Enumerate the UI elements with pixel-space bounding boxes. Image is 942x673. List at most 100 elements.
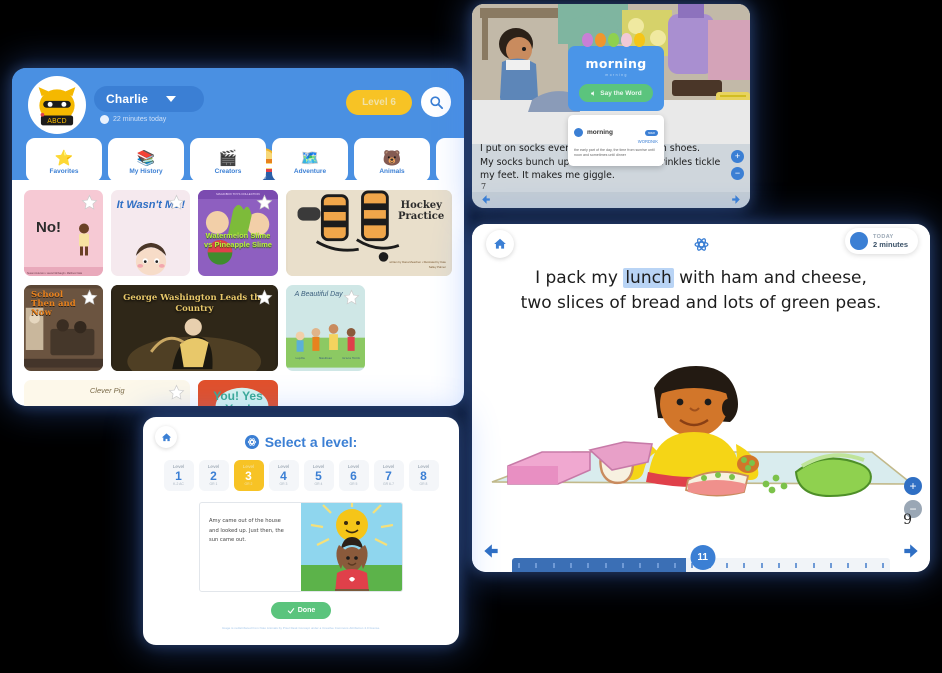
category-tab-my-history[interactable]: 📚 My History: [108, 138, 184, 182]
level-button-row: Level 1 K-2 AC Level 2 GR 1 Level 3 GR 2…: [143, 460, 459, 491]
level-button-3[interactable]: Level 3 GR 2: [233, 460, 264, 491]
small-reader-page-number: 7: [481, 182, 487, 191]
zoom-out-icon[interactable]: −: [731, 167, 744, 180]
profile-selector[interactable]: Charlie: [94, 86, 204, 112]
book-title: Hockey Practice: [397, 200, 445, 222]
map-icon: 🗺️: [300, 149, 320, 167]
favorite-star-icon[interactable]: [343, 289, 360, 306]
sentence-after: with ham and cheese,: [673, 268, 867, 288]
level-button-8[interactable]: Level 8 GR 8: [408, 460, 439, 491]
chevron-down-icon: [166, 96, 177, 102]
page-slider-thumb[interactable]: 11: [690, 545, 716, 570]
level-number: 1: [175, 468, 182, 483]
book-card[interactable]: MAGICBOX TOYS COLLECTION Watermelon Slim…: [198, 190, 278, 276]
favorite-star-icon[interactable]: [81, 289, 98, 306]
definition-word: morning: [587, 129, 613, 136]
level-number: 8: [420, 468, 427, 483]
book-title: You! Yes You!: [213, 389, 263, 406]
category-label: Creators: [214, 167, 242, 175]
zoom-in-icon[interactable]: +: [731, 150, 744, 163]
balloon-icon: [621, 33, 632, 47]
level-grade: K-2 AC: [173, 482, 184, 487]
level-number: 4: [280, 468, 287, 483]
today-reading-chip[interactable]: TODAY 2 minutes: [844, 228, 918, 254]
book-card[interactable]: No! Susan Anderson • Laura Fishbaugh • M…: [24, 190, 104, 276]
book-title: Clever Pig: [89, 386, 125, 395]
sentence-before: I pack my: [535, 268, 624, 288]
level-button-2[interactable]: Level 2 GR 1: [198, 460, 229, 491]
favorite-star-icon[interactable]: [168, 194, 185, 211]
small-reader-next-button[interactable]: [729, 192, 744, 207]
category-tab-favorites[interactable]: ⭐ Favorites: [26, 138, 102, 182]
category-label: Animals: [379, 167, 405, 175]
book-title: No!: [36, 219, 61, 236]
book-card[interactable]: George Washington Leads the Country: [111, 285, 278, 371]
avatar[interactable]: ABCD: [28, 76, 86, 134]
definition-header: morning noun WORDNIK: [574, 121, 658, 144]
favorite-star-icon[interactable]: [256, 194, 273, 211]
level-preview: Amy came out of the house and looked up.…: [199, 502, 403, 592]
category-tab-animals[interactable]: 🐻 Animals: [354, 138, 430, 182]
definition-source: WORDNIK: [637, 139, 658, 144]
word-definition-popup: morning m o r n i n g Say the Word morni…: [568, 33, 664, 166]
level-picker-home-button[interactable]: [155, 426, 177, 448]
category-tab-adventure[interactable]: 🗺️ Adventure: [272, 138, 348, 182]
reader-settings-button[interactable]: [687, 230, 715, 258]
search-icon: [429, 95, 443, 109]
level-button[interactable]: Level 6: [346, 90, 412, 115]
category-tab-creators[interactable]: 🎬 Creators: [190, 138, 266, 182]
favorite-star-icon[interactable]: [81, 194, 98, 211]
level-button-5[interactable]: Level 5 GR 4: [303, 460, 334, 491]
arrow-right-icon: [732, 195, 740, 204]
book-grid: No! Susan Anderson • Laura Fishbaugh • M…: [24, 190, 452, 406]
arrow-right-icon: [904, 544, 918, 558]
check-icon: [287, 607, 294, 614]
level-button-1[interactable]: Level 1 K-2 AC: [163, 460, 194, 491]
popup-phonetic: m o r n i n g: [605, 73, 627, 77]
balloon-icon: [582, 33, 593, 47]
screenshot-stage: ABCD Charlie 22 minutes today 250: [0, 0, 942, 673]
level-grade: GR 1: [209, 482, 218, 487]
reader-page-number: 9: [903, 512, 912, 528]
reader-bottom-bar: 11: [472, 530, 930, 572]
zoom-in-icon[interactable]: +: [904, 477, 922, 495]
book-card[interactable]: Lupita Nasilisso Grace Tomb A Beautiful Da…: [285, 285, 365, 371]
reader-prev-button[interactable]: [478, 538, 504, 564]
book-cover-art: [79, 223, 90, 256]
say-the-word-button[interactable]: Say the Word: [579, 84, 653, 102]
level-button-4[interactable]: Level 4 GR 3: [268, 460, 299, 491]
book-card[interactable]: Clever Pig Laura Kruger Belinda Romy Lyn…: [24, 380, 191, 406]
reader-next-button[interactable]: [898, 538, 924, 564]
balloon-icon: [595, 33, 606, 47]
definition-card: morning noun WORDNIK the early part of t…: [568, 115, 664, 166]
favorite-star-icon[interactable]: [168, 384, 185, 401]
category-tab-arts[interactable]: 🎨 Arts: [436, 138, 464, 182]
category-label: Favorites: [49, 167, 79, 175]
star-icon: ⭐: [54, 149, 74, 167]
level-number: 3: [245, 468, 252, 483]
highlighted-word[interactable]: lunch: [623, 268, 674, 288]
reader-home-button[interactable]: [486, 230, 514, 258]
home-icon: [161, 432, 171, 441]
level-number: 6: [350, 468, 357, 483]
small-reader-zoom-controls: + −: [731, 150, 744, 180]
done-button[interactable]: Done: [271, 602, 331, 619]
library-body: No! Susan Anderson • Laura Fishbaugh • M…: [12, 180, 464, 406]
level-button-7[interactable]: Level 7 GR 6-7: [373, 460, 404, 491]
minutes-today-label: 22 minutes today: [113, 116, 167, 123]
book-card[interactable]: You! Yes You!: [198, 380, 278, 406]
book-card[interactable]: Hockey Practice written by Dana Meachen …: [285, 190, 452, 276]
level-picker-title: Select a level:: [264, 434, 358, 450]
svg-text:Grace Tomb: Grace Tomb: [342, 356, 360, 360]
level-button-6[interactable]: Level 6 GR 5: [338, 460, 369, 491]
search-button[interactable]: [421, 87, 451, 117]
book-card[interactable]: It Wasn't ME!: [111, 190, 191, 276]
small-reader-prev-button[interactable]: [478, 192, 493, 207]
favorite-star-icon[interactable]: [256, 289, 273, 306]
profile-name: Charlie: [106, 92, 149, 106]
reader-illustration: [472, 332, 930, 532]
definition-body: the early part of the day, the time from…: [574, 148, 655, 158]
clock-icon: [100, 115, 109, 124]
book-card[interactable]: School Then and Now: [24, 285, 104, 371]
word-popup-card: morning m o r n i n g Say the Word: [568, 46, 664, 111]
